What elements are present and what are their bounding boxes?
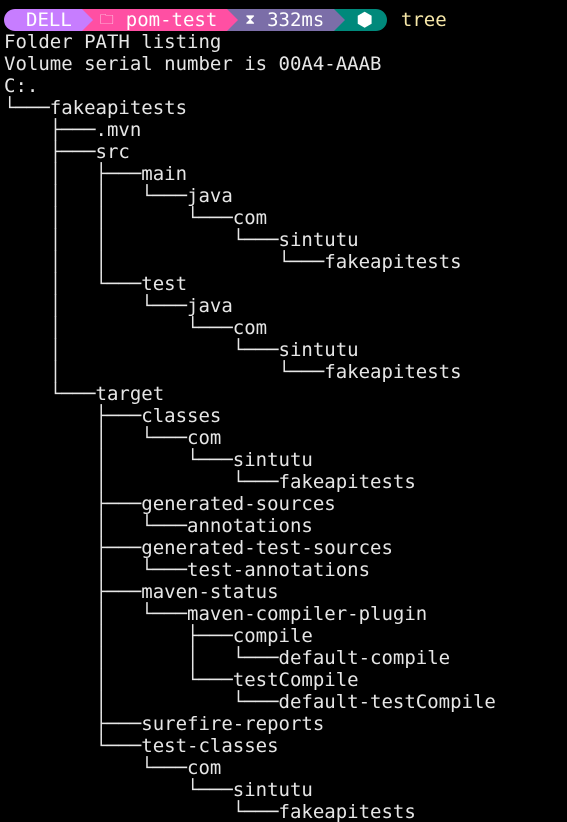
output-line: └───fakeapitests bbox=[4, 801, 416, 822]
output-line: │ └───sintutu bbox=[4, 339, 359, 361]
prompt-timer-segment: ⧗ 332ms bbox=[227, 9, 346, 31]
output-line: ├───.mvn bbox=[4, 119, 142, 141]
output-line: │ └───sintutu bbox=[4, 449, 313, 471]
output-line: │ └───maven-compiler-plugin bbox=[4, 603, 428, 625]
prompt-folder-segment: 🗀 pom-test bbox=[81, 9, 239, 31]
folder-icon: 🗀 bbox=[99, 12, 114, 28]
output-line: └───fakeapitests bbox=[4, 97, 188, 119]
output-line: C:. bbox=[4, 75, 39, 97]
output-line: │ │ └───com bbox=[4, 207, 268, 229]
output-line: │ └───com bbox=[4, 427, 222, 449]
output-line: │ │ └───sintutu bbox=[4, 229, 359, 251]
output-line: │ └───default-testCompile bbox=[4, 691, 496, 713]
output-line: Volume serial number is 00A4-AAAB bbox=[4, 53, 382, 75]
output-line: │ │ └───java bbox=[4, 185, 233, 207]
node-icon: ⬢ bbox=[356, 9, 373, 31]
output-line: │ └───annotations bbox=[4, 515, 313, 537]
output-line: └───com bbox=[4, 757, 222, 779]
output-line: │ └───fakeapitests bbox=[4, 471, 416, 493]
output-line: │ └───java bbox=[4, 295, 233, 317]
prompt-duration: 332ms bbox=[267, 9, 325, 31]
output-line: │ └───test bbox=[4, 273, 188, 295]
timer-icon: ⧗ bbox=[245, 12, 256, 28]
terminal-window[interactable]: DELL 🗀 pom-test ⧗ 332ms ⬢ tree Folder PA… bbox=[0, 0, 567, 822]
segment-separator bbox=[81, 9, 93, 31]
output-line: ├───generated-test-sources bbox=[4, 537, 393, 559]
output-line: │ │ └───fakeapitests bbox=[4, 251, 462, 273]
output-line: ├───surefire-reports bbox=[4, 713, 325, 735]
output-line: │ │ └───default-compile bbox=[4, 647, 451, 669]
output-line: │ ├───compile bbox=[4, 625, 313, 647]
output-line: │ └───testCompile bbox=[4, 669, 359, 691]
output-line: └───sintutu bbox=[4, 779, 313, 801]
output-line: ├───maven-status bbox=[4, 581, 279, 603]
output-line: └───target bbox=[4, 383, 165, 405]
shell-prompt: DELL 🗀 pom-test ⧗ 332ms ⬢ tree bbox=[4, 9, 447, 31]
output-line: ├───classes bbox=[4, 405, 222, 427]
output-line: ├───src bbox=[4, 141, 130, 163]
prompt-host-segment: DELL bbox=[4, 9, 93, 31]
output-line: │ └───fakeapitests bbox=[4, 361, 462, 383]
output-line: │ ├───main bbox=[4, 163, 188, 185]
output-line: ├───generated-sources bbox=[4, 493, 336, 515]
output-line: Folder PATH listing bbox=[4, 31, 222, 53]
prompt-folder: pom-test bbox=[125, 9, 218, 31]
typed-command[interactable]: tree bbox=[401, 9, 447, 31]
prompt-host: DELL bbox=[26, 9, 72, 31]
segment-separator bbox=[334, 9, 346, 31]
tree-output: Folder PATH listing Volume serial number … bbox=[4, 31, 496, 822]
output-line: │ └───test-annotations bbox=[4, 559, 371, 581]
output-line: └───test-classes bbox=[4, 735, 279, 757]
segment-separator bbox=[227, 9, 239, 31]
output-line: │ └───com bbox=[4, 317, 268, 339]
